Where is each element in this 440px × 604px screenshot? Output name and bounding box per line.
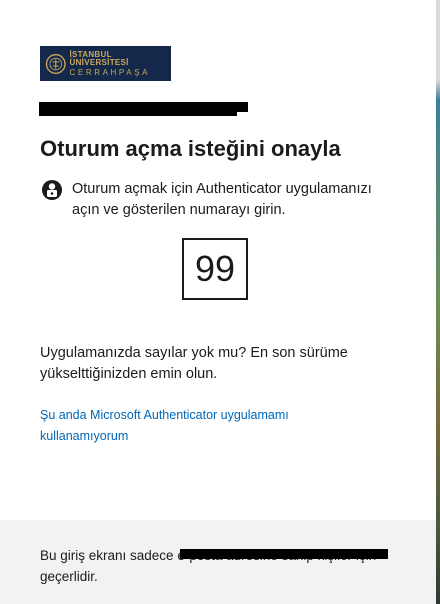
footer-banner: Bu giriş ekranı sadece e-posta adresine … bbox=[0, 520, 436, 604]
sign-in-panel: İSTANBUL ÜNİVERSİTESİ CERRAHPAŞA Oturum … bbox=[0, 0, 436, 604]
logo-subtitle: CERRAHPAŞA bbox=[69, 67, 151, 77]
verification-number: 99 bbox=[182, 238, 248, 300]
redacted-account-identifier bbox=[39, 102, 248, 116]
authenticator-lock-icon bbox=[42, 180, 62, 200]
logo-title: İSTANBUL ÜNİVERSİTESİ bbox=[69, 49, 129, 67]
university-logo: İSTANBUL ÜNİVERSİTESİ CERRAHPAŞA bbox=[40, 46, 171, 81]
instruction-text: Oturum açmak için Authenticator uygulama… bbox=[72, 181, 372, 218]
update-hint-text: Uygulamanızda sayılar yok mu? En son sür… bbox=[40, 345, 348, 382]
background-image-edge bbox=[436, 0, 440, 604]
cant-use-authenticator-link[interactable]: Şu anda Microsoft Authenticator uygulama… bbox=[40, 405, 340, 447]
page-title: Oturum açma isteğini onayla bbox=[40, 136, 341, 161]
university-emblem-icon bbox=[45, 53, 66, 74]
redacted-email-domain bbox=[180, 549, 388, 559]
